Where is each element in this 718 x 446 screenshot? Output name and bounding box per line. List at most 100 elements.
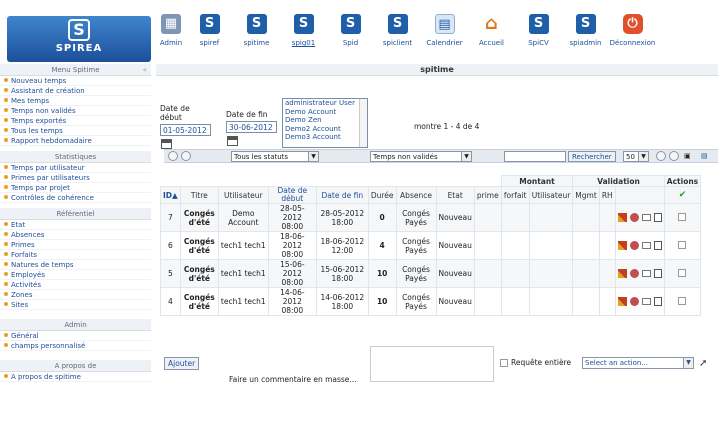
bulk-comment-textarea[interactable]: [370, 346, 494, 382]
sidebar-item-primes[interactable]: Primes: [0, 240, 151, 250]
search-button[interactable]: Rechercher: [568, 151, 616, 162]
sidebar-item-g-n-ral[interactable]: Général: [0, 331, 151, 341]
table-row[interactable]: 4 Congés d'été tech1 tech1 14-06-2012 08:00…: [160, 287, 702, 316]
page-size-select[interactable]: 50 ▼: [623, 151, 649, 162]
last-page-icon[interactable]: [669, 151, 679, 161]
document-icon[interactable]: [653, 213, 662, 222]
collapse-icon[interactable]: «: [143, 64, 147, 76]
sidebar-item-primes-par-utilisateurs[interactable]: Primes par utilisateurs: [0, 173, 151, 183]
user-multiselect[interactable]: administrateur User Demo Account Demo Zen D…: [282, 98, 368, 148]
sidebar-item-activit-s[interactable]: Activités: [0, 280, 151, 290]
mail-icon[interactable]: [641, 214, 651, 221]
sidebar-item-temps-par-utilisateur[interactable]: Temps par utilisateur: [0, 163, 151, 173]
col-mgmt[interactable]: Mgmt: [572, 186, 600, 204]
sidebar-item-a-propos-de-spitime[interactable]: A propos de spitime: [0, 372, 151, 382]
user-option[interactable]: Demo Zen: [283, 116, 367, 125]
sidebar-item-mes-temps[interactable]: Mes temps: [0, 96, 151, 106]
app-spitime[interactable]: Sspitime: [233, 14, 280, 47]
document-icon[interactable]: [653, 269, 662, 278]
sidebar-item-zones[interactable]: Zones: [0, 290, 151, 300]
export-icon[interactable]: ▣: [684, 151, 692, 162]
end-date-input[interactable]: 30-06-2012: [226, 121, 277, 133]
edit-icon[interactable]: [617, 269, 627, 278]
mail-icon[interactable]: [641, 298, 651, 305]
user-option[interactable]: Demo3 Account: [283, 133, 367, 142]
print-icon[interactable]: ▤: [701, 151, 709, 162]
sidebar-item-champs-personnalis-[interactable]: champs personnalisé: [0, 341, 151, 351]
full-request-checkbox[interactable]: [500, 358, 508, 367]
row-checkbox[interactable]: [678, 296, 687, 305]
sidebar-item-temps-export-s[interactable]: Temps exportés: [0, 116, 151, 126]
col-forfait[interactable]: forfait: [500, 186, 530, 204]
user-option[interactable]: Demo Account: [283, 108, 367, 117]
start-date-input[interactable]: 01-05-2012: [160, 124, 211, 136]
copy-icon[interactable]: [629, 213, 639, 222]
col-id[interactable]: ID▲: [160, 186, 181, 204]
validate-all-icon[interactable]: ✔: [679, 190, 687, 200]
document-icon[interactable]: [653, 297, 662, 306]
row-checkbox[interactable]: [678, 268, 687, 277]
col-utilisateur-validation[interactable]: Utilisateur: [528, 186, 574, 204]
sidebar-item-temps-non-valid-s[interactable]: Temps non validés: [0, 106, 151, 116]
edit-icon[interactable]: [617, 213, 627, 222]
sidebar-item-natures-de-temps[interactable]: Natures de temps: [0, 260, 151, 270]
add-button[interactable]: Ajouter: [164, 357, 200, 370]
row-checkbox[interactable]: [678, 240, 687, 249]
sidebar-item-etat[interactable]: Etat: [0, 220, 151, 230]
user-list-scrollbar[interactable]: [359, 99, 367, 147]
app-spiadmin[interactable]: Sspiadmin: [562, 14, 609, 47]
app-spicv[interactable]: S SpiCV: [515, 14, 562, 47]
validation-filter-select[interactable]: Temps non validés ▼: [370, 151, 472, 162]
bulk-action-select[interactable]: Select an action... ▼: [582, 357, 694, 369]
search-input[interactable]: [504, 151, 566, 162]
sidebar-item-sites[interactable]: Sites: [0, 300, 151, 310]
col-select-all[interactable]: ✔: [663, 186, 702, 204]
copy-icon[interactable]: [629, 297, 639, 306]
app-spid[interactable]: S Spid: [327, 14, 374, 47]
col-date-fin[interactable]: Date de fin: [315, 186, 369, 204]
copy-icon[interactable]: [629, 241, 639, 250]
copy-icon[interactable]: [629, 269, 639, 278]
edit-icon[interactable]: [617, 297, 627, 306]
table-row[interactable]: 6 Congés d'été tech1 tech1 18-06-2012 08:00…: [160, 231, 702, 260]
row-checkbox[interactable]: [678, 212, 687, 221]
sidebar-item-contr-les-de-coh-rence[interactable]: Contrôles de cohérence: [0, 193, 151, 203]
app-accueil[interactable]: ⌂ Accueil: [468, 14, 515, 48]
next-page-icon[interactable]: [181, 151, 191, 161]
col-absence[interactable]: Absence: [395, 186, 437, 204]
col-utilisateur[interactable]: Utilisateur: [217, 186, 269, 204]
app-spiclient[interactable]: Sspiclient: [374, 14, 421, 47]
mail-icon[interactable]: [641, 270, 651, 277]
app-déconnexion[interactable]: ⏻ Déconnexion: [609, 14, 656, 47]
app-spig01[interactable]: Sspig01: [280, 14, 327, 47]
app-admin[interactable]: ▦ Admin: [156, 14, 186, 47]
sidebar-item-tous-les-temps[interactable]: Tous les temps: [0, 126, 151, 136]
edit-icon[interactable]: [617, 241, 627, 250]
sidebar-item-forfaits[interactable]: Forfaits: [0, 250, 151, 260]
apply-action-icon[interactable]: ➚: [699, 358, 707, 369]
col-titre[interactable]: Titre: [179, 186, 219, 204]
mail-icon[interactable]: [641, 242, 651, 249]
spirea-logo[interactable]: S SPIREA: [7, 16, 151, 62]
prev-page-icon[interactable]: [168, 151, 178, 161]
col-duree[interactable]: Durée: [367, 186, 397, 204]
sidebar-item-nouveau-temps[interactable]: Nouveau temps: [0, 76, 151, 86]
app-calendrier[interactable]: ▤ Calendrier: [421, 14, 468, 47]
end-calendar-icon[interactable]: [227, 136, 238, 146]
col-rh[interactable]: RH: [598, 186, 616, 204]
sidebar-item-employ-s[interactable]: Employés: [0, 270, 151, 280]
user-option[interactable]: administrateur User: [283, 99, 367, 108]
sidebar-item-temps-par-projet[interactable]: Temps par projet: [0, 183, 151, 193]
sidebar-item-absences[interactable]: Absences: [0, 230, 151, 240]
table-row[interactable]: 5 Congés d'été tech1 tech1 15-06-2012 08:00…: [160, 259, 702, 288]
first-page-icon[interactable]: [656, 151, 666, 161]
app-spiref[interactable]: Sspiref: [186, 14, 233, 47]
col-date-debut[interactable]: Date de début: [267, 186, 317, 204]
start-calendar-icon[interactable]: [161, 139, 172, 149]
document-icon[interactable]: [653, 241, 662, 250]
col-etat[interactable]: Etat: [435, 186, 475, 204]
sidebar-item-assistant-de-cr-ation[interactable]: Assistant de création: [0, 86, 151, 96]
table-row[interactable]: 7 Congés d'été Demo Account 28-05-2012 08:0…: [160, 203, 702, 232]
user-option[interactable]: Demo2 Account: [283, 125, 367, 134]
status-filter-select[interactable]: Tous les statuts ▼: [231, 151, 319, 162]
